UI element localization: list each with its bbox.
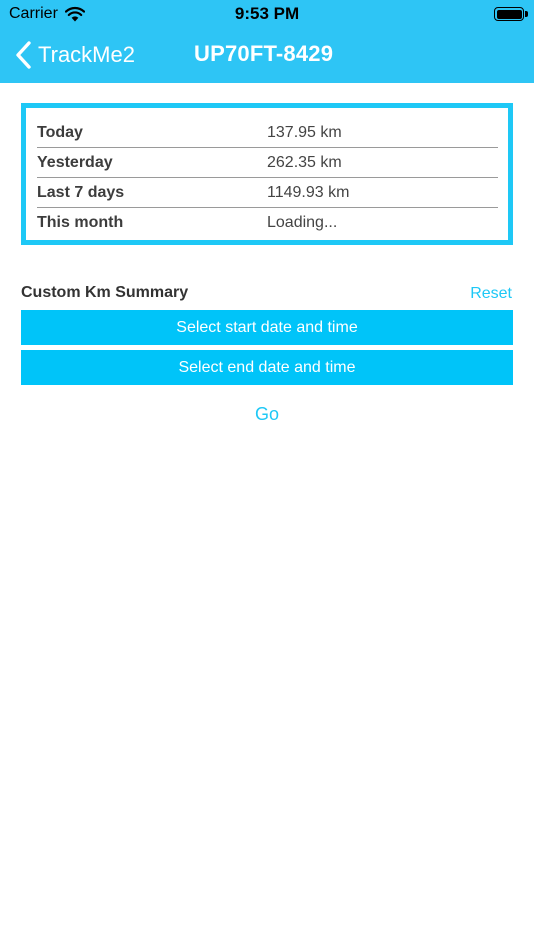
go-button[interactable]: Go xyxy=(0,404,534,425)
summary-label: Yesterday xyxy=(37,154,113,171)
summary-value: 1149.93 km xyxy=(267,184,350,201)
back-label: TrackMe2 xyxy=(38,42,135,67)
summary-row-today: Today 137.95 km xyxy=(37,118,498,148)
summary-value: Loading... xyxy=(267,214,338,231)
summary-row-this-month: This month Loading... xyxy=(37,208,498,238)
select-end-datetime-button[interactable]: Select end date and time xyxy=(21,350,513,385)
summary-value: 137.95 km xyxy=(267,124,342,141)
page-title: UP70FT-8429 xyxy=(194,41,334,66)
reset-button[interactable]: Reset xyxy=(470,285,512,303)
summary-label: Today xyxy=(37,124,83,141)
back-button[interactable]: TrackMe2 xyxy=(14,39,135,71)
summary-row-yesterday: Yesterday 262.35 km xyxy=(37,148,498,178)
summary-value: 262.35 km xyxy=(267,154,342,171)
status-time: 9:53 PM xyxy=(234,4,300,23)
custom-summary-title: Custom Km Summary xyxy=(21,284,189,301)
battery-icon xyxy=(494,7,528,21)
select-start-datetime-button[interactable]: Select start date and time xyxy=(21,310,513,345)
nav-bar: TrackMe2 UP70FT-8429 xyxy=(0,28,534,83)
km-summary-card: Today 137.95 km Yesterday 262.35 km Last… xyxy=(21,103,513,245)
summary-label: Last 7 days xyxy=(37,184,125,201)
status-bar: Carrier 9:53 PM xyxy=(0,0,534,28)
navigation-header: Carrier 9:53 PM TrackMe2 UP70FT-8429 xyxy=(0,0,534,83)
chevron-left-icon xyxy=(16,41,31,69)
summary-row-last-7-days: Last 7 days 1149.93 km xyxy=(37,178,498,208)
summary-label: This month xyxy=(37,214,124,231)
